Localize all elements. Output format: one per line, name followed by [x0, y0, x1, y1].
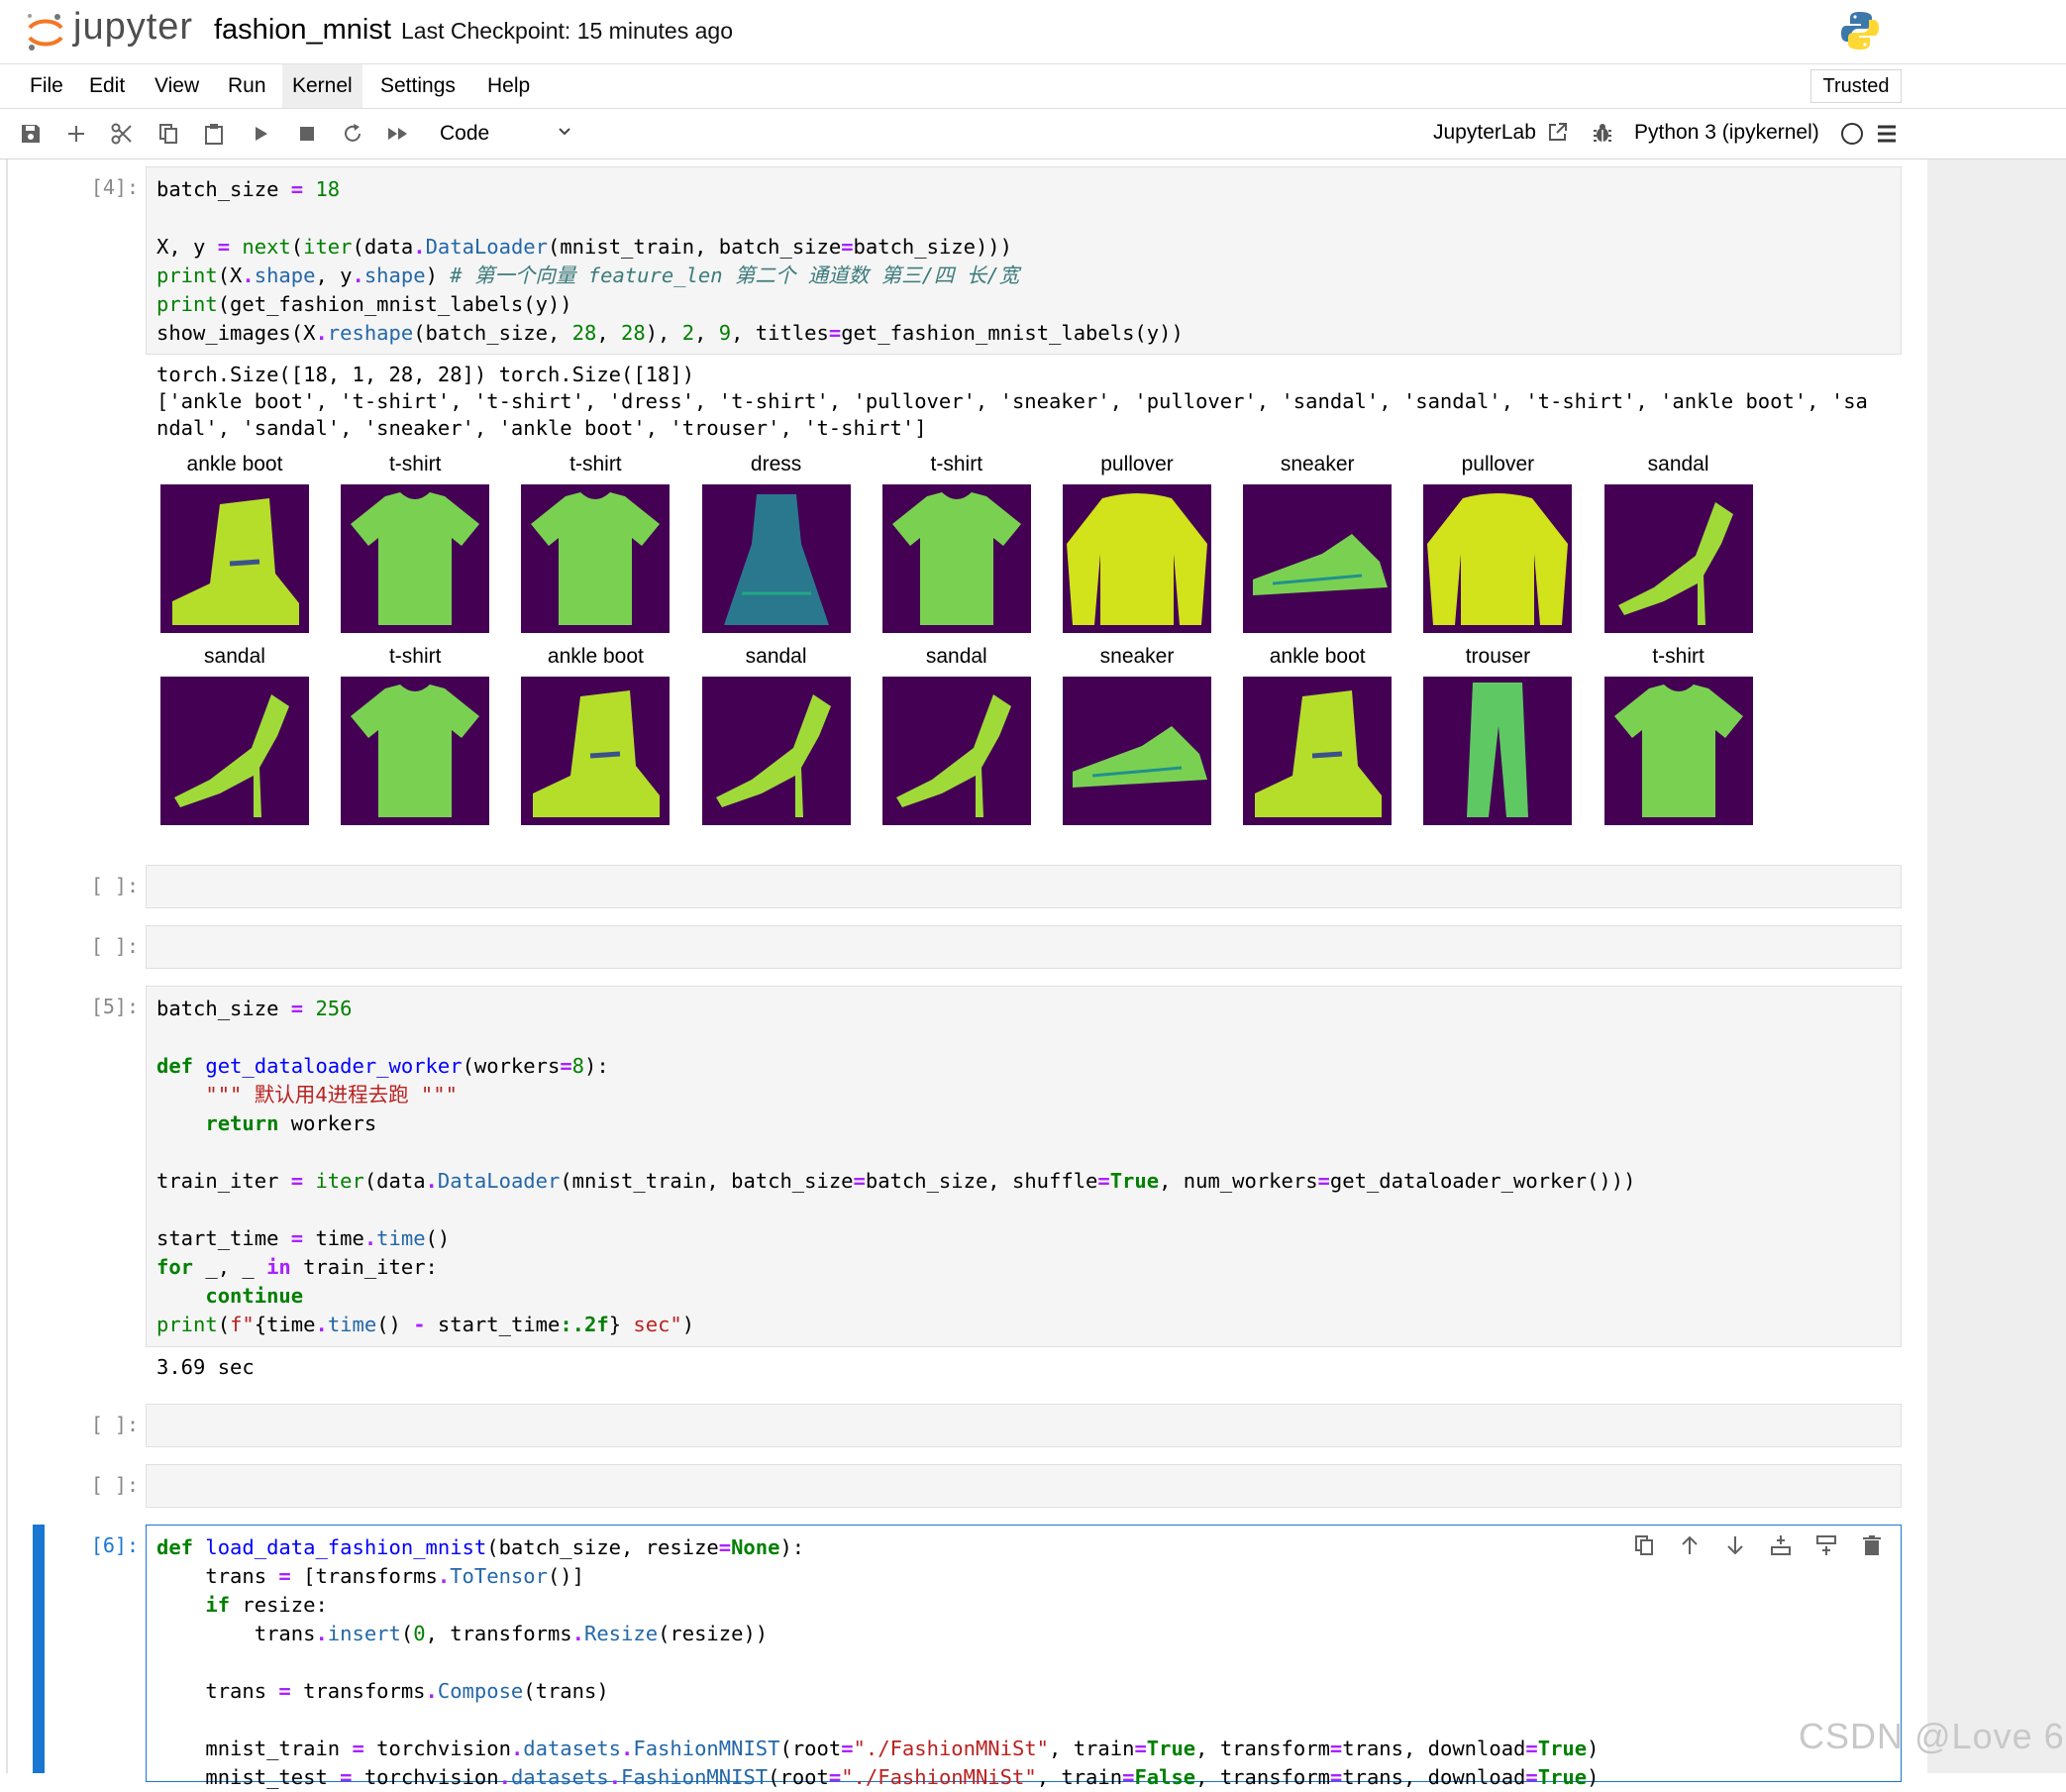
menu-help[interactable]: Help — [477, 64, 540, 108]
image-title: t-shirt — [569, 453, 622, 475]
image-thumbnail — [1423, 677, 1573, 825]
image-thumbnail — [160, 677, 309, 825]
image-title: sneaker — [1280, 453, 1355, 475]
insert-above-icon[interactable] — [1769, 1533, 1793, 1557]
image-thumbnail — [1063, 484, 1211, 633]
notebook-toolbar: Code JupyterLab Python 3 (ipykernel) — [0, 109, 2066, 159]
image-thumbnail — [701, 484, 851, 633]
image-title: t-shirt — [1652, 645, 1704, 668]
cut-icon[interactable] — [107, 119, 137, 149]
image-title: sneaker — [1099, 645, 1175, 668]
image-title: ankle boot — [1269, 645, 1366, 668]
code-input[interactable]: def load_data_fashion_mnist(batch_size, … — [156, 1533, 1599, 1792]
image-thumbnail — [881, 484, 1031, 633]
code-cell[interactable] — [146, 1464, 1902, 1508]
copy-icon[interactable] — [154, 119, 183, 149]
code-input[interactable]: batch_size = 256 def get_dataloader_work… — [156, 995, 1635, 1339]
image-title: pullover — [1100, 453, 1174, 475]
delete-cell-icon[interactable] — [1860, 1533, 1884, 1557]
image-thumbnail — [881, 677, 1031, 825]
cell-prompt: [ ]: — [90, 1473, 139, 1497]
active-cell-indicator — [33, 1525, 45, 1773]
cell-prompt: [ ]: — [90, 1413, 139, 1436]
menu-bar: File Edit View Run Kernel Settings Help … — [0, 64, 2066, 109]
top-bar: jupyter fashion_mnist Last Checkpoint: 1… — [0, 0, 2066, 64]
save-icon[interactable] — [16, 119, 46, 149]
menu-icon[interactable] — [1876, 124, 1898, 144]
image-title: sandal — [1647, 453, 1709, 475]
csdn-watermark: CSDN @Love 6 — [1799, 1716, 2065, 1756]
right-gutter — [1927, 159, 2066, 1773]
image-title: dress — [750, 453, 802, 475]
run-all-icon[interactable] — [383, 119, 413, 149]
code-cell[interactable] — [146, 1404, 1902, 1447]
image-title: ankle boot — [547, 645, 644, 668]
active-code-cell[interactable]: def load_data_fashion_mnist(batch_size, … — [146, 1525, 1902, 1789]
insert-below-icon[interactable] — [1814, 1533, 1838, 1557]
image-title: sandal — [204, 645, 265, 668]
cell-prompt: [6]: — [90, 1533, 139, 1557]
move-up-icon[interactable] — [1678, 1533, 1702, 1557]
image-thumbnail — [1423, 484, 1573, 633]
stop-icon[interactable] — [292, 119, 322, 149]
move-down-icon[interactable] — [1723, 1533, 1747, 1557]
cell-prompt: [5]: — [90, 995, 139, 1018]
image-thumbnail — [341, 677, 490, 825]
image-title: sandal — [745, 645, 807, 668]
image-title: trouser — [1465, 645, 1531, 668]
code-cell[interactable]: batch_size = 18 X, y = next(iter(data.Da… — [146, 166, 1902, 355]
menu-settings[interactable]: Settings — [370, 64, 465, 108]
image-title: ankle boot — [186, 453, 283, 475]
image-title: t-shirt — [388, 453, 442, 475]
image-thumbnail — [1243, 484, 1393, 633]
menu-file[interactable]: File — [20, 64, 73, 108]
image-thumbnail — [1063, 677, 1211, 825]
image-title: t-shirt — [388, 645, 442, 668]
jupyter-wordmark: jupyter — [73, 6, 194, 48]
image-title: sandal — [925, 645, 987, 668]
bug-icon[interactable] — [1591, 121, 1614, 145]
image-thumbnail — [1603, 484, 1753, 633]
trusted-indicator[interactable]: Trusted — [1810, 69, 1902, 103]
menu-view[interactable]: View — [145, 64, 209, 108]
run-icon[interactable] — [246, 119, 275, 149]
add-cell-icon[interactable] — [61, 119, 91, 149]
menu-kernel[interactable]: Kernel — [282, 64, 362, 108]
external-link-icon[interactable] — [1547, 121, 1569, 143]
duplicate-cell-icon[interactable] — [1632, 1533, 1656, 1557]
image-thumbnail — [341, 484, 490, 633]
image-thumbnail — [521, 677, 671, 825]
cell-prompt: [ ]: — [90, 934, 139, 958]
jupyter-logo-icon[interactable] — [22, 8, 69, 55]
code-cell[interactable]: batch_size = 256 def get_dataloader_work… — [146, 986, 1902, 1347]
image-thumbnail — [1243, 677, 1393, 825]
code-cell[interactable] — [146, 925, 1902, 969]
notebook-title[interactable]: fashion_mnist — [214, 14, 391, 47]
output-line: ndal', 'sandal', 'sneaker', 'ankle boot'… — [156, 416, 927, 440]
left-border — [6, 159, 8, 1773]
code-input[interactable]: batch_size = 18 X, y = next(iter(data.Da… — [156, 175, 1184, 348]
menu-edit[interactable]: Edit — [79, 64, 135, 108]
image-thumbnail — [1603, 677, 1753, 825]
kernel-status-icon — [1841, 123, 1863, 145]
kernel-name[interactable]: Python 3 (ipykernel) — [1634, 121, 1819, 145]
image-thumbnail — [160, 484, 309, 633]
last-checkpoint: Last Checkpoint: 15 minutes ago — [401, 18, 733, 44]
image-title: pullover — [1461, 453, 1535, 475]
image-thumbnail — [521, 484, 671, 633]
image-title: t-shirt — [930, 453, 983, 475]
restart-icon[interactable] — [338, 119, 367, 149]
output-line: ['ankle boot', 't-shirt', 't-shirt', 'dr… — [156, 389, 1868, 413]
cell-output: 3.69 sec — [156, 1355, 255, 1379]
cell-prompt: [ ]: — [90, 874, 139, 897]
image-thumbnail — [701, 677, 851, 825]
cell-prompt: [4]: — [90, 175, 139, 199]
output-line: torch.Size([18, 1, 28, 28]) torch.Size([… — [156, 363, 695, 386]
paste-icon[interactable] — [199, 119, 229, 149]
jupyterlab-link[interactable]: JupyterLab — [1433, 121, 1536, 145]
code-cell[interactable] — [146, 865, 1902, 908]
menu-run[interactable]: Run — [218, 64, 276, 108]
python-logo-icon — [1841, 12, 1879, 50]
chevron-down-icon[interactable] — [557, 123, 572, 139]
